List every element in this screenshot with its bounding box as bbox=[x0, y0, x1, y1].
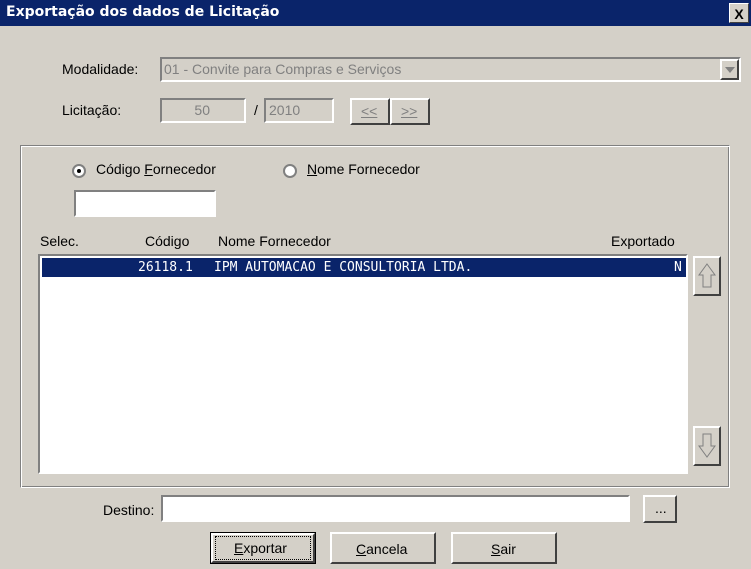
licitacao-separator: / bbox=[254, 102, 258, 118]
sair-label: Sair bbox=[491, 541, 516, 557]
table-row[interactable]: 26118.1 IPM AUTOMACAO E CONSULTORIA LTDA… bbox=[42, 258, 686, 277]
radio-codigo-fornecedor[interactable] bbox=[72, 164, 86, 178]
cancela-label: Cancela bbox=[356, 541, 408, 557]
modalidade-value: 01 - Convite para Compras e Serviços bbox=[164, 61, 402, 77]
arrow-down-icon bbox=[698, 433, 716, 458]
close-button[interactable]: X bbox=[729, 3, 749, 23]
row-exportado: N bbox=[674, 260, 682, 275]
row-nome: IPM AUTOMACAO E CONSULTORIA LTDA. bbox=[214, 260, 473, 275]
browse-label: ... bbox=[655, 500, 667, 516]
window-title: Exportação dos dados de Licitação bbox=[6, 4, 280, 20]
modalidade-select[interactable]: 01 - Convite para Compras e Serviços bbox=[160, 57, 741, 82]
cancela-button[interactable]: Cancela bbox=[330, 532, 436, 564]
chevron-down-icon bbox=[725, 67, 735, 73]
row-codigo: 26118.1 bbox=[138, 260, 193, 275]
licitacao-label: Licitação: bbox=[62, 102, 122, 118]
radio-codigo-label: Código Fornecedor bbox=[96, 161, 216, 177]
browse-button[interactable]: ... bbox=[643, 495, 677, 523]
destino-input[interactable] bbox=[161, 495, 630, 522]
header-nome-fornecedor: Nome Fornecedor bbox=[218, 233, 331, 249]
close-icon: X bbox=[734, 6, 744, 22]
licitacao-ano-field[interactable]: 2010 bbox=[264, 98, 334, 123]
exportar-label: Exportar bbox=[234, 540, 287, 556]
modalidade-label: Modalidade: bbox=[62, 61, 139, 77]
licitacao-ano-value: 2010 bbox=[269, 102, 301, 118]
licitacao-numero-value: 50 bbox=[194, 102, 210, 118]
radio-selected-dot bbox=[77, 169, 81, 173]
radio-nome-label: Nome Fornecedor bbox=[307, 161, 420, 177]
arrow-up-icon bbox=[698, 263, 716, 288]
search-input[interactable] bbox=[74, 190, 216, 217]
header-selec: Selec. bbox=[40, 233, 79, 249]
radio-nome-fornecedor[interactable] bbox=[283, 164, 297, 178]
move-down-button[interactable] bbox=[693, 426, 721, 466]
licitacao-numero-field[interactable]: 50 bbox=[160, 98, 246, 123]
sair-button[interactable]: Sair bbox=[451, 532, 557, 564]
export-dialog: Exportação dos dados de Licitação X Moda… bbox=[0, 0, 751, 569]
modalidade-dropdown-button[interactable] bbox=[720, 59, 739, 80]
move-up-button[interactable] bbox=[693, 256, 721, 296]
header-exportado: Exportado bbox=[611, 233, 675, 249]
previous-button[interactable]: << bbox=[350, 98, 390, 125]
exportar-button[interactable]: Exportar bbox=[210, 532, 316, 564]
header-codigo: Código bbox=[145, 233, 190, 249]
title-bar: Exportação dos dados de Licitação X bbox=[0, 0, 751, 26]
next-label: >> bbox=[401, 103, 418, 119]
next-button[interactable]: >> bbox=[390, 98, 430, 125]
supplier-list[interactable]: 26118.1 IPM AUTOMACAO E CONSULTORIA LTDA… bbox=[38, 254, 688, 474]
previous-label: << bbox=[361, 103, 378, 119]
destino-label: Destino: bbox=[103, 502, 155, 518]
